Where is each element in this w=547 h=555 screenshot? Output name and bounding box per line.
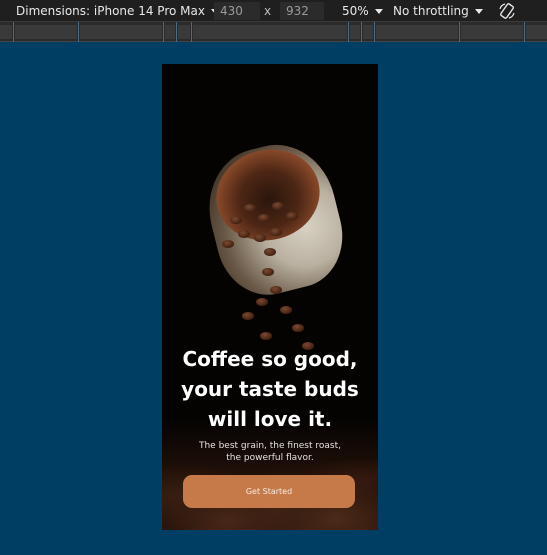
coffee-bean-image <box>222 240 234 248</box>
coffee-bean-image <box>280 306 292 314</box>
coffee-bean-image <box>286 212 298 220</box>
ruler-tick <box>524 22 525 42</box>
coffee-bean-image <box>238 230 250 238</box>
rotate-icon <box>499 3 515 19</box>
media-query-segment[interactable] <box>363 25 373 39</box>
times-sign: x <box>264 4 272 18</box>
ruler-tick <box>361 22 362 42</box>
media-query-segment[interactable] <box>376 25 458 39</box>
media-query-bar <box>0 22 547 42</box>
hero-headline: Coffee so good, your taste buds will lov… <box>181 347 359 431</box>
media-query-segment[interactable] <box>0 25 12 39</box>
media-query-segment[interactable] <box>15 25 77 39</box>
media-query-segment[interactable] <box>461 25 523 39</box>
get-started-button[interactable]: Get Started <box>183 475 355 508</box>
zoom-dropdown[interactable]: 50% <box>342 0 383 22</box>
height-input[interactable]: 932 <box>280 2 324 20</box>
throttling-label: No throttling <box>393 4 469 18</box>
throttling-dropdown[interactable]: No throttling <box>393 0 483 22</box>
coffee-bean-image <box>264 248 276 256</box>
zoom-label: 50% <box>342 4 369 18</box>
coffee-bean-image <box>270 286 282 294</box>
chevron-down-icon <box>374 8 383 14</box>
ruler-tick <box>374 22 375 42</box>
hero-subline: The best grain, the finest roast, the po… <box>198 441 341 463</box>
ruler-tick <box>348 22 349 42</box>
media-query-segment[interactable] <box>350 25 360 39</box>
coffee-bean-image <box>292 324 304 332</box>
ruler-tick <box>78 22 79 42</box>
media-query-segment[interactable] <box>80 25 162 39</box>
ruler-tick <box>176 22 177 42</box>
coffee-bean-image <box>230 216 242 224</box>
ruler-tick <box>191 22 192 42</box>
coffee-bean-image <box>256 298 268 306</box>
coffee-bean-image <box>270 228 282 236</box>
ruler-tick <box>163 22 164 42</box>
coffee-bean-image <box>260 332 272 340</box>
coffee-bean-image <box>272 202 284 210</box>
coffee-bean-image <box>244 204 256 212</box>
dimensions-dropdown[interactable]: Dimensions: iPhone 14 Pro Max <box>16 0 219 22</box>
width-input[interactable]: 430 <box>214 2 260 20</box>
media-query-segment[interactable] <box>165 25 175 39</box>
ruler-tick <box>13 22 14 42</box>
coffee-bean-image <box>254 234 266 242</box>
coffee-bean-image <box>262 268 274 276</box>
dimensions-label: Dimensions: iPhone 14 Pro Max <box>16 4 205 18</box>
media-query-segment[interactable] <box>193 25 347 39</box>
chevron-down-icon <box>474 8 483 14</box>
media-query-segment[interactable] <box>178 25 190 39</box>
device-preview: Coffee so good, your taste buds will lov… <box>162 64 378 530</box>
rotate-button[interactable] <box>497 0 517 22</box>
ruler-tick <box>459 22 460 42</box>
media-query-segment[interactable] <box>526 25 547 39</box>
coffee-bean-image <box>242 312 254 320</box>
coffee-bean-image <box>258 214 270 222</box>
device-toolbar: Dimensions: iPhone 14 Pro Max 430 x 932 … <box>0 0 547 22</box>
